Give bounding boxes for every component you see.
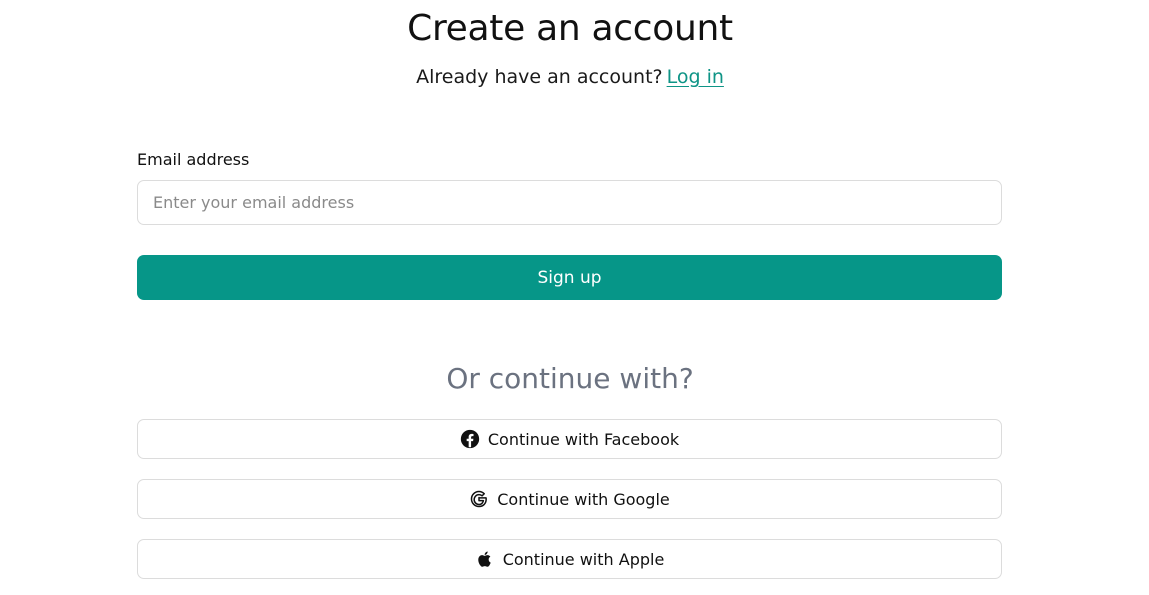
continue-with-google-button[interactable]: Continue with Google (137, 479, 1002, 519)
apple-button-label: Continue with Apple (502, 549, 665, 569)
email-form: Email address (137, 148, 1002, 225)
social-divider-text: Or continue with? (446, 362, 694, 395)
page-title: Create an account (407, 8, 733, 49)
continue-with-apple-button[interactable]: Continue with Apple (137, 539, 1002, 579)
facebook-button-label: Continue with Facebook (487, 429, 680, 449)
signup-button[interactable]: Sign up (137, 255, 1002, 300)
continue-with-facebook-button[interactable]: Continue with Facebook (137, 419, 1002, 459)
google-button-label: Continue with Google (497, 489, 670, 509)
email-input[interactable] (137, 180, 1002, 225)
apple-icon (475, 549, 495, 569)
google-icon (469, 489, 489, 509)
login-prompt: Already have an account? Log in (0, 64, 1140, 90)
facebook-icon (460, 429, 480, 449)
login-link[interactable]: Log in (667, 66, 724, 88)
login-prompt-text: Already have an account? (416, 66, 663, 88)
signup-page: Create an account Already have an accoun… (0, 0, 1149, 595)
email-label: Email address (137, 150, 250, 169)
